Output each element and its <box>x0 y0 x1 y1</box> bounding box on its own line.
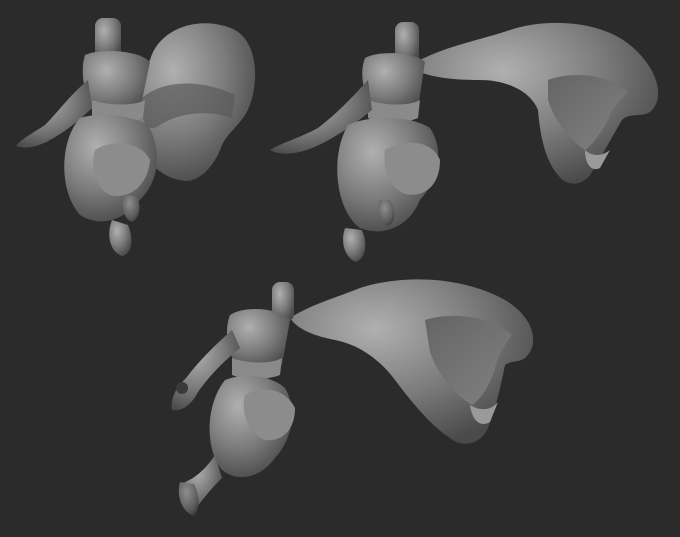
sculpt-viewport <box>0 0 680 537</box>
sculpt-render <box>0 0 680 537</box>
